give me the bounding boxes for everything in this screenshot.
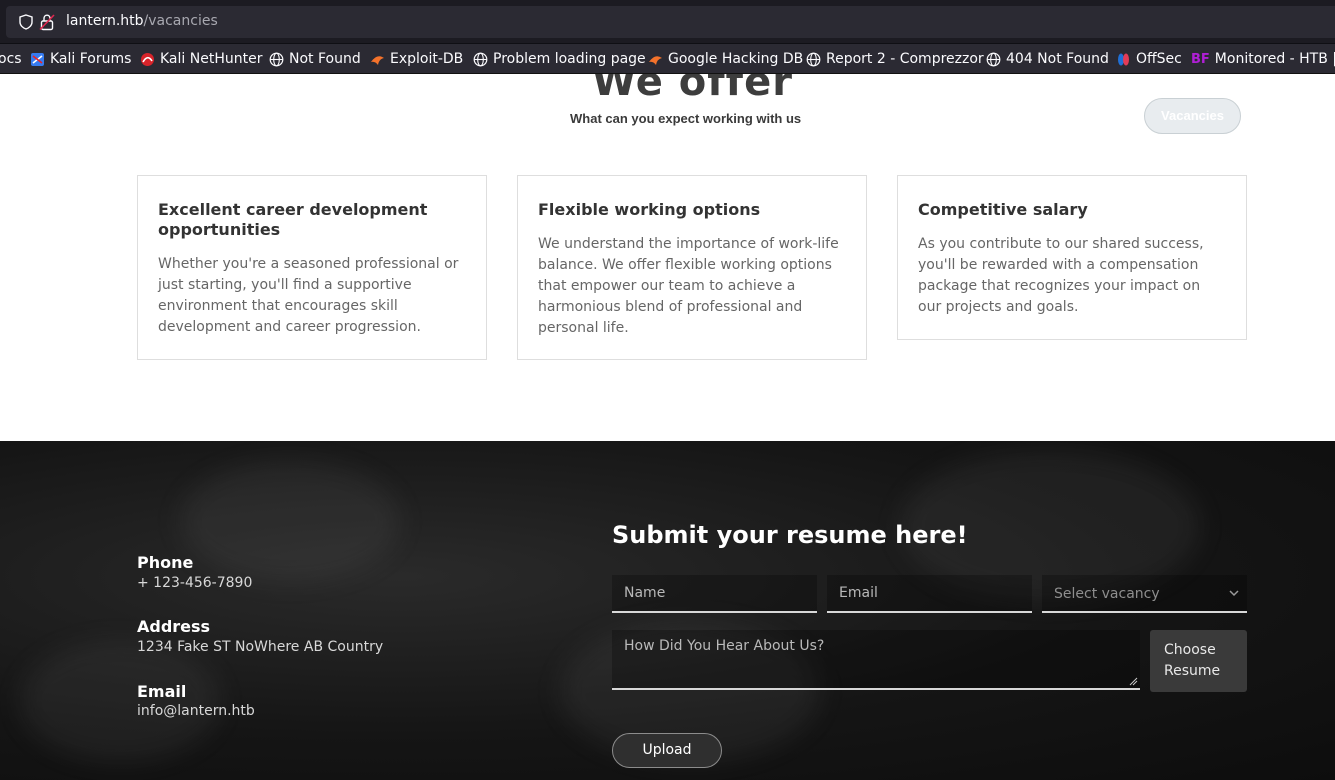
- bookmark-label: Not Found: [289, 51, 361, 67]
- lock-icon[interactable]: [39, 13, 55, 31]
- name-field[interactable]: [612, 575, 817, 611]
- page-content: We offer What can you expect working wit…: [0, 74, 1335, 780]
- bookmark-label: OffSec: [1136, 51, 1182, 67]
- address-value: 1234 Fake ST NoWhere AB Country: [137, 639, 384, 655]
- choose-resume-button[interactable]: Choose Resume: [1150, 630, 1247, 692]
- email-value: info@lantern.htb: [137, 703, 255, 719]
- kali-forums-icon: [31, 52, 44, 66]
- card-title: Flexible working options: [538, 200, 761, 219]
- bookmark-not-found[interactable]: Not Found: [269, 50, 361, 68]
- email-label: Email: [137, 682, 187, 701]
- bf-icon: BF: [1191, 51, 1210, 67]
- bookmark-label: Google Hacking DB: [668, 51, 804, 67]
- browser-toolbar: lantern.htb/vacancies: [0, 0, 1335, 44]
- vacancy-select[interactable]: Select vacancy: [1042, 575, 1247, 613]
- name-field-wrap: [612, 575, 817, 613]
- bookmark-offsec[interactable]: OffSec: [1116, 50, 1182, 68]
- bookmark-problem-loading[interactable]: Problem loading page: [473, 50, 646, 68]
- bookmark-label: Monitored - HTB | E: [1214, 51, 1335, 67]
- url-path: /vacancies: [143, 13, 218, 29]
- upload-button[interactable]: Upload: [612, 733, 722, 768]
- offsec-icon: [1118, 53, 1129, 65]
- footer: Phone + 123-456-7890 Address 1234 Fake S…: [0, 441, 1335, 780]
- bookmark-report-comprezzor[interactable]: Report 2 - Comprezzor: [806, 50, 984, 68]
- shield-icon[interactable]: [18, 14, 34, 30]
- bookmark-exploit-db[interactable]: Exploit-DB: [370, 50, 463, 68]
- resize-handle-icon[interactable]: [1128, 676, 1138, 686]
- bookmark-label: Exploit-DB: [390, 51, 464, 67]
- bookmark-label: Kali Forums: [50, 51, 132, 67]
- bookmark-404-not-found[interactable]: 404 Not Found: [986, 50, 1109, 68]
- offer-card: Competitive salary As you contribute to …: [897, 175, 1247, 340]
- card-text: As you contribute to our shared success,…: [918, 236, 1204, 315]
- globe-icon: [269, 52, 284, 66]
- bookmark-google-hacking-db[interactable]: Google Hacking DB: [648, 50, 803, 68]
- bookmarks-toolbar: ocs Kali Forums Kali NetHunter Not Found…: [0, 44, 1335, 74]
- offer-card: Excellent career development opportuniti…: [137, 175, 487, 360]
- resume-form-title: Submit your resume here!: [612, 521, 968, 549]
- bookmark-monitored-htb[interactable]: BF Monitored - HTB | E: [1191, 50, 1335, 68]
- background-texture: [180, 461, 400, 581]
- vacancy-select-value: Select vacancy: [1054, 586, 1160, 602]
- bookmark-label: Report 2 - Comprezzor: [826, 51, 984, 67]
- hear-about-us-field[interactable]: [612, 630, 1140, 688]
- card-text: Whether you're a seasoned professional o…: [158, 256, 459, 335]
- card-text: We understand the importance of work-lif…: [538, 236, 839, 336]
- globe-icon: [986, 52, 1001, 66]
- card-title: Competitive salary: [918, 200, 1088, 219]
- offer-title: We offer: [592, 74, 793, 105]
- phone-label: Phone: [137, 553, 194, 572]
- url-text[interactable]: lantern.htb/vacancies: [66, 13, 218, 29]
- email-field[interactable]: [827, 575, 1032, 611]
- exploitdb-icon: [371, 55, 384, 65]
- url-host: lantern.htb: [66, 13, 144, 29]
- bookmark-kali-forums[interactable]: Kali Forums: [30, 50, 131, 68]
- chevron-down-icon: [1229, 590, 1239, 597]
- background-texture: [20, 641, 220, 761]
- globe-icon: [806, 52, 821, 66]
- ghdb-icon: [649, 55, 662, 65]
- offer-card: Flexible working options We understand t…: [517, 175, 867, 360]
- address-label: Address: [137, 617, 211, 636]
- card-title: Excellent career development opportuniti…: [158, 200, 428, 239]
- bookmark-docs[interactable]: ocs: [0, 50, 22, 68]
- bookmark-label: ocs: [0, 51, 22, 67]
- hear-about-us-wrap: [612, 630, 1140, 690]
- globe-icon: [473, 52, 488, 66]
- phone-value: + 123-456-7890: [137, 575, 253, 591]
- nethunter-icon: [141, 52, 154, 66]
- offer-subtitle: What can you expect working with us: [570, 111, 802, 126]
- bookmark-label: Problem loading page: [493, 51, 646, 67]
- bookmark-label: 404 Not Found: [1006, 51, 1109, 67]
- url-bar[interactable]: lantern.htb/vacancies: [6, 6, 1335, 38]
- bookmark-label: Kali NetHunter: [160, 51, 263, 67]
- email-field-wrap: [827, 575, 1032, 613]
- bookmark-kali-nethunter[interactable]: Kali NetHunter: [140, 50, 262, 68]
- vacancies-button[interactable]: Vacancies: [1144, 98, 1241, 134]
